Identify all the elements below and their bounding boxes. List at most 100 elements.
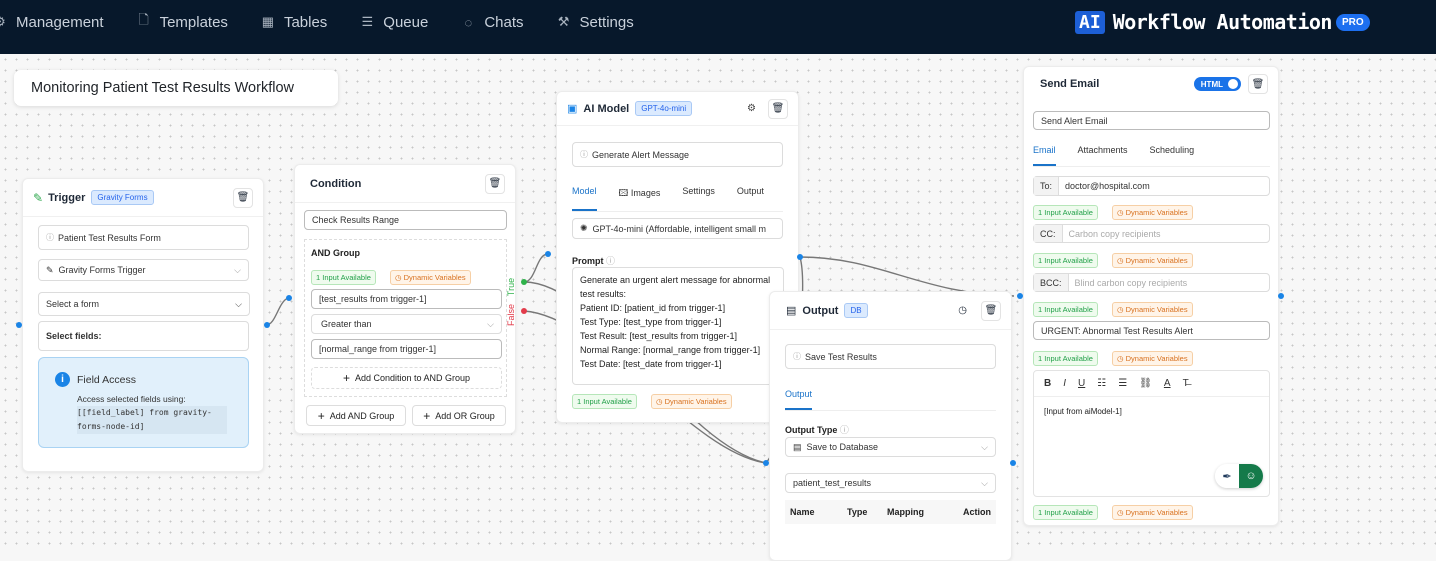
italic-icon[interactable]: I bbox=[1063, 378, 1066, 389]
output-type-label-text: Output Type bbox=[785, 425, 838, 435]
email-output-handle[interactable] bbox=[1278, 293, 1284, 299]
output-input-handle[interactable] bbox=[763, 460, 769, 466]
condition-input-handle[interactable] bbox=[286, 295, 292, 301]
info-icon: ⓘ bbox=[580, 150, 588, 159]
input-available-pill[interactable]: 1 Input Available bbox=[1033, 351, 1098, 366]
text-color-icon[interactable]: A bbox=[1164, 378, 1171, 389]
list-icon: ☰ bbox=[361, 14, 374, 29]
output-type-select[interactable]: ▤ Save to Database ⌵ bbox=[785, 437, 996, 457]
nav-queue[interactable]: ☰ Queue bbox=[359, 14, 428, 31]
input-available-pill[interactable]: 1 Input Available bbox=[311, 270, 376, 285]
input-available-pill[interactable]: 1 Input Available bbox=[1033, 253, 1098, 268]
feather-icon[interactable]: ✒ bbox=[1215, 464, 1239, 488]
history-icon[interactable]: ◷ bbox=[958, 305, 967, 316]
tab-output[interactable]: Output bbox=[785, 389, 813, 410]
email-input-handle[interactable] bbox=[1017, 293, 1023, 299]
tab-attachments[interactable]: Attachments bbox=[1078, 145, 1128, 166]
email-body-editor[interactable]: B I U ☷ ☰ ⛓ A T̶ [Input from aiModel-1] ✒ ☺ bbox=[1033, 370, 1270, 497]
ai-model-output-handle[interactable] bbox=[797, 254, 803, 260]
to-field[interactable]: To: doctor@hospital.com bbox=[1033, 176, 1270, 196]
nav-tables[interactable]: ▦ Tables bbox=[260, 14, 328, 31]
form-select[interactable]: Select a form ⌵ bbox=[38, 292, 250, 316]
link-icon[interactable]: ⛓ bbox=[1139, 378, 1152, 389]
bcc-field[interactable]: BCC: Blind carbon copy recipients bbox=[1033, 273, 1270, 292]
model-select[interactable]: ✺ GPT-4o-mini (Affordable, intelligent sm… bbox=[572, 218, 783, 239]
dynamic-variables-pill[interactable]: ◷ Dynamic Variables bbox=[1112, 351, 1193, 366]
tab-model[interactable]: Model bbox=[572, 186, 597, 211]
tab-settings[interactable]: Settings bbox=[682, 186, 715, 211]
tab-output[interactable]: Output bbox=[737, 186, 764, 211]
ai-model-name-field[interactable]: ⓘ Generate Alert Message bbox=[572, 142, 783, 167]
robot-icon[interactable]: ☺ bbox=[1239, 464, 1263, 488]
email-name: Send Alert Email bbox=[1041, 115, 1108, 126]
gear-icon[interactable]: ⚙ bbox=[747, 103, 756, 114]
send-email-title: Send Email bbox=[1040, 78, 1100, 90]
trigger-name-field[interactable]: ⓘ Patient Test Results Form bbox=[38, 225, 249, 250]
add-or-group-button[interactable]: + Add OR Group bbox=[412, 405, 506, 426]
tab-images[interactable]: 🖾 Images bbox=[619, 186, 661, 211]
cc-field[interactable]: CC: Carbon copy recipients bbox=[1033, 224, 1270, 243]
delete-email-button[interactable]: 🗑 bbox=[1248, 74, 1268, 94]
dynamic-variables-pill[interactable]: ◷ Dynamic Variables bbox=[1112, 205, 1193, 220]
add-and-group-button[interactable]: + Add AND Group bbox=[306, 405, 406, 426]
delete-trigger-button[interactable]: 🗑 bbox=[233, 187, 253, 208]
nav-templates[interactable]: 🗋 Templates bbox=[136, 12, 228, 31]
ai-model-node[interactable]: ▣ AI Model GPT-4o-mini ⚙ 🗑 ⓘ Generate Ale… bbox=[556, 91, 799, 423]
ai-assist-toggle[interactable]: ✒ ☺ bbox=[1215, 464, 1263, 488]
subject-field[interactable]: URGENT: Abnormal Test Results Alert bbox=[1033, 321, 1270, 340]
delete-ai-model-button[interactable]: 🗑 bbox=[768, 98, 788, 119]
info-icon: ⓘ bbox=[839, 425, 849, 435]
tab-scheduling[interactable]: Scheduling bbox=[1150, 145, 1195, 166]
bold-icon[interactable]: B bbox=[1044, 378, 1051, 389]
dynamic-variables-label: Dynamic Variables bbox=[1125, 305, 1188, 314]
nav-management[interactable]: ⚙Management bbox=[0, 14, 104, 31]
operator-select[interactable]: Greater than ⌵ bbox=[311, 314, 502, 334]
workflow-title[interactable]: Monitoring Patient Test Results Workflow bbox=[14, 70, 338, 106]
dynamic-variables-pill[interactable]: ◷ Dynamic Variables bbox=[390, 270, 471, 285]
table-select[interactable]: patient_test_results ⌵ bbox=[785, 473, 996, 493]
email-name-field[interactable]: Send Alert Email bbox=[1033, 111, 1270, 130]
true-output-handle[interactable] bbox=[521, 279, 527, 285]
add-condition-button[interactable]: + Add Condition to AND Group bbox=[311, 367, 502, 389]
dynamic-variables-pill[interactable]: ◷ Dynamic Variables bbox=[1112, 505, 1193, 520]
condition-name-field[interactable]: Check Results Range bbox=[304, 210, 507, 230]
tab-email[interactable]: Email bbox=[1033, 145, 1056, 166]
input-available-pill[interactable]: 1 Input Available bbox=[1033, 505, 1098, 520]
trigger-type-select[interactable]: ✎ Gravity Forms Trigger ⌵ bbox=[38, 259, 249, 281]
dynamic-variables-pill[interactable]: ◷ Dynamic Variables bbox=[1112, 253, 1193, 268]
condition-right-field[interactable]: [normal_range from trigger-1] bbox=[311, 339, 502, 359]
trigger-node[interactable]: ✎ Trigger Gravity Forms 🗑 ⓘ Patient Test … bbox=[22, 178, 264, 472]
dynamic-variables-pill[interactable]: ◷ Dynamic Variables bbox=[651, 394, 732, 409]
trigger-input-handle[interactable] bbox=[16, 322, 22, 328]
bullet-list-icon[interactable]: ☰ bbox=[1118, 378, 1127, 389]
nav-settings[interactable]: ⚒ Settings bbox=[556, 14, 634, 31]
trigger-title: Trigger bbox=[48, 191, 86, 204]
pro-badge: PRO bbox=[1335, 13, 1370, 31]
delete-output-button[interactable]: 🗑 bbox=[981, 300, 1001, 321]
output-node[interactable]: ▤ Output DB ◷ 🗑 ⓘ Save Test Results Outpu… bbox=[769, 291, 1012, 561]
ordered-list-icon[interactable]: ☷ bbox=[1097, 378, 1106, 389]
workflow-canvas[interactable]: Monitoring Patient Test Results Workflow… bbox=[0, 54, 1436, 561]
html-toggle[interactable]: HTML bbox=[1193, 77, 1241, 91]
nav-chats[interactable]: ◌ Chats bbox=[460, 14, 523, 31]
underline-icon[interactable]: U bbox=[1078, 378, 1085, 389]
dynamic-variables-pill[interactable]: ◷ Dynamic Variables bbox=[1112, 302, 1193, 317]
delete-condition-button[interactable]: 🗑 bbox=[485, 173, 505, 194]
select-fields-label: Select fields: bbox=[46, 331, 102, 341]
condition-left-field[interactable]: [test_results from trigger-1] bbox=[311, 289, 502, 309]
input-available-pill[interactable]: 1 Input Available bbox=[1033, 205, 1098, 220]
output-output-handle[interactable] bbox=[1010, 460, 1016, 466]
false-output-handle[interactable] bbox=[521, 308, 527, 314]
output-name-field[interactable]: ⓘ Save Test Results bbox=[785, 344, 996, 369]
clear-format-icon[interactable]: T̶ bbox=[1183, 378, 1189, 389]
select-fields-box[interactable]: Select fields: bbox=[38, 321, 249, 351]
edge-true-ai bbox=[523, 253, 549, 283]
prompt-label: Prompt ⓘ bbox=[572, 254, 615, 267]
prompt-textarea[interactable]: Generate an urgent alert message for abn… bbox=[572, 267, 784, 385]
ai-model-input-handle[interactable] bbox=[545, 251, 551, 257]
trigger-output-handle[interactable] bbox=[264, 322, 270, 328]
send-email-node[interactable]: Send Email HTML 🗑 Send Alert Email Email… bbox=[1023, 66, 1279, 526]
condition-node[interactable]: Condition 🗑 Check Results Range AND Grou… bbox=[294, 164, 516, 434]
input-available-pill[interactable]: 1 Input Available bbox=[572, 394, 637, 409]
input-available-pill[interactable]: 1 Input Available bbox=[1033, 302, 1098, 317]
